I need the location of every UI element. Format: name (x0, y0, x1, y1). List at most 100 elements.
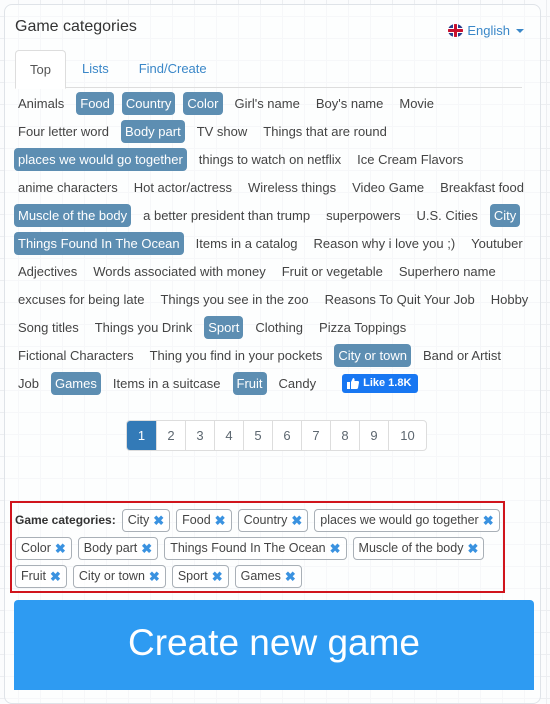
category-tag[interactable]: Body part (121, 120, 185, 143)
selected-categories-label: Game categories: (15, 513, 116, 527)
tab-top[interactable]: Top (15, 50, 66, 89)
remove-icon[interactable]: ✖ (483, 510, 494, 531)
category-tag[interactable]: Clothing (251, 316, 307, 339)
category-tag[interactable]: City or town (334, 344, 411, 367)
chip-label: City or town (78, 569, 145, 583)
category-tag[interactable]: Words associated with money (89, 260, 269, 283)
category-tag[interactable]: Hobby (487, 288, 533, 311)
category-tag[interactable]: Boy's name (312, 92, 388, 115)
category-tag[interactable]: Sport (204, 316, 244, 339)
selected-category-chip: Color ✖ (15, 537, 72, 560)
selected-category-chip: Body part ✖ (77, 537, 159, 560)
category-tag[interactable]: Things Found In The Ocean (14, 232, 184, 255)
remove-icon[interactable]: ✖ (215, 510, 226, 531)
category-tag[interactable]: Band or Artist (419, 344, 505, 367)
category-tag[interactable]: Candy (275, 372, 321, 395)
category-tag[interactable]: Reason why i love you ;) (310, 232, 460, 255)
category-tag[interactable]: Things you see in the zoo (156, 288, 312, 311)
category-tag[interactable]: superpowers (322, 204, 404, 227)
selected-category-chip: Food ✖ (176, 509, 232, 532)
selected-category-chip: Things Found In The Ocean ✖ (164, 537, 347, 560)
page-1[interactable]: 1 (127, 421, 156, 450)
category-tag[interactable]: excuses for being late (14, 288, 148, 311)
chip-label: Things Found In The Ocean (170, 541, 326, 555)
remove-icon[interactable]: ✖ (149, 566, 160, 587)
category-tag[interactable]: Country (121, 92, 176, 115)
remove-icon[interactable]: ✖ (285, 566, 296, 587)
category-tag[interactable]: TV show (193, 120, 252, 143)
remove-icon[interactable]: ✖ (212, 566, 223, 587)
category-tag[interactable]: Fruit or vegetable (278, 260, 387, 283)
category-tag[interactable]: a better president than trump (139, 204, 314, 227)
page-5[interactable]: 5 (243, 421, 272, 450)
category-tag[interactable]: Girl's name (231, 92, 304, 115)
remove-icon[interactable]: ✖ (55, 538, 66, 559)
page-7[interactable]: 7 (301, 421, 330, 450)
category-tag[interactable]: Games (50, 372, 101, 395)
category-tag[interactable]: Ice Cream Flavors (353, 148, 467, 171)
uk-flag-icon (448, 24, 464, 37)
chip-label: places we would go together (320, 513, 479, 527)
category-tag[interactable]: Animals (14, 92, 68, 115)
chip-label: Food (182, 513, 211, 527)
page-6[interactable]: 6 (272, 421, 301, 450)
category-tag[interactable]: Food (76, 92, 114, 115)
category-tag[interactable]: places we would go together (14, 148, 187, 171)
category-tag[interactable]: Job (14, 372, 43, 395)
page-2[interactable]: 2 (156, 421, 185, 450)
category-list: Animals Food Country Color Girl's name Boy's … (14, 92, 534, 395)
category-tag[interactable]: Four letter word (14, 120, 113, 143)
selected-category-chip: Country ✖ (237, 509, 309, 532)
category-tabs: Top Lists Find/Create (15, 50, 522, 89)
tab-lists[interactable]: Lists (68, 50, 123, 88)
remove-icon[interactable]: ✖ (153, 510, 164, 531)
chip-label: Sport (177, 569, 208, 583)
page-3[interactable]: 3 (185, 421, 214, 450)
create-new-game-button[interactable]: Create new game (14, 600, 534, 690)
tab-find-create[interactable]: Find/Create (125, 50, 221, 88)
page-10[interactable]: 10 (388, 421, 426, 450)
category-tag[interactable]: Hot actor/actress (130, 176, 236, 199)
category-tag[interactable]: Wireless things (244, 176, 340, 199)
category-tag[interactable]: Superhero name (395, 260, 500, 283)
page-8[interactable]: 8 (330, 421, 359, 450)
category-tag[interactable]: Items in a catalog (192, 232, 302, 255)
category-tag[interactable]: U.S. Cities (413, 204, 482, 227)
language-selector[interactable]: English (448, 23, 524, 38)
like-count: Like 1.8K (363, 377, 412, 389)
category-tag[interactable]: Pizza Toppings (315, 316, 410, 339)
category-tag[interactable]: Youtuber (467, 232, 527, 255)
chip-label: Body part (83, 541, 138, 555)
category-tag[interactable]: Things that are round (259, 120, 391, 143)
remove-icon[interactable]: ✖ (467, 538, 478, 559)
category-tag[interactable]: Adjectives (14, 260, 81, 283)
selected-category-chip: Games ✖ (234, 565, 302, 588)
category-tag[interactable]: Items in a suitcase (109, 372, 225, 395)
category-tag[interactable]: Fictional Characters (14, 344, 138, 367)
category-tag[interactable]: Breakfast food (436, 176, 528, 199)
remove-icon[interactable]: ✖ (50, 566, 61, 587)
remove-icon[interactable]: ✖ (141, 538, 152, 559)
category-tag[interactable]: Movie (395, 92, 438, 115)
category-tag[interactable]: Things you Drink (91, 316, 197, 339)
facebook-like-button[interactable]: Like 1.8K (342, 374, 419, 393)
category-tag[interactable]: City (489, 204, 521, 227)
category-tag[interactable]: Reasons To Quit Your Job (321, 288, 479, 311)
selected-category-chip: Sport ✖ (171, 565, 229, 588)
page-9[interactable]: 9 (359, 421, 388, 450)
category-tag[interactable]: Color (183, 92, 223, 115)
selected-categories-box: Game categories: City ✖ Food ✖ Country ✖ place… (10, 501, 505, 593)
category-tag[interactable]: Thing you find in your pockets (146, 344, 327, 367)
category-tag[interactable]: Song titles (14, 316, 83, 339)
remove-icon[interactable]: ✖ (291, 510, 302, 531)
page-4[interactable]: 4 (214, 421, 243, 450)
category-tag[interactable]: anime characters (14, 176, 122, 199)
category-tag[interactable]: things to watch on netflix (195, 148, 345, 171)
chip-label: Country (243, 513, 288, 527)
category-tag[interactable]: Muscle of the body (14, 204, 132, 227)
chip-label: Games (240, 569, 281, 583)
category-tag[interactable]: Video Game (348, 176, 428, 199)
category-tag[interactable]: Fruit (232, 372, 267, 395)
selected-category-chip: Muscle of the body ✖ (352, 537, 485, 560)
remove-icon[interactable]: ✖ (330, 538, 341, 559)
